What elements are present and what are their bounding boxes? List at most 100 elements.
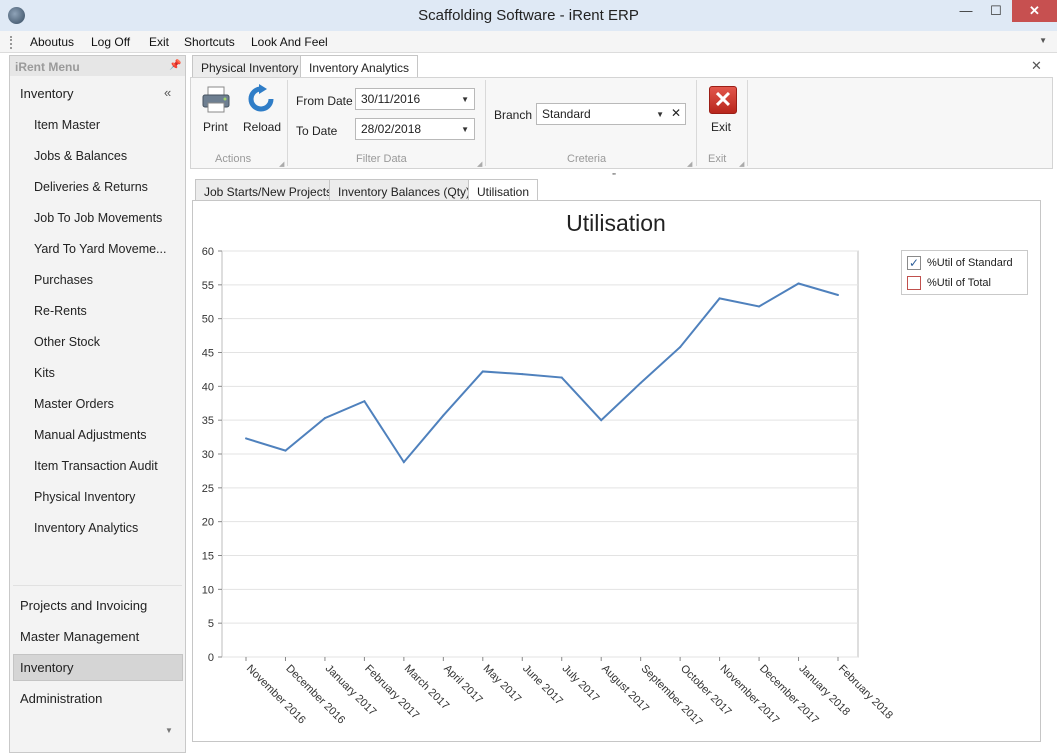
- x-tick-label: July 2017: [560, 663, 602, 705]
- exit-group-label: Exit: [708, 153, 727, 165]
- y-tick-label: 0: [208, 652, 214, 664]
- maximize-button[interactable]: ☐: [980, 0, 1012, 22]
- to-date-value: 28/02/2018: [361, 122, 422, 136]
- reload-button[interactable]: Reload: [243, 120, 281, 134]
- sidebar-item-kits[interactable]: Kits: [34, 366, 55, 380]
- menu-overflow-icon[interactable]: ▼: [1039, 36, 1047, 45]
- sidebar-item-purchases[interactable]: Purchases: [34, 273, 93, 287]
- sidebar-overflow-icon[interactable]: ▼: [165, 726, 173, 735]
- data-point: [481, 370, 484, 373]
- exit-expand-icon[interactable]: ◢: [739, 160, 744, 168]
- window-title: Scaffolding Software - iRent ERP: [418, 7, 639, 24]
- close-tab-icon[interactable]: ✕: [1031, 58, 1042, 74]
- sidebar-divider: [13, 585, 182, 586]
- menu-log-off[interactable]: Log Off: [91, 35, 130, 49]
- from-date-field[interactable]: 30/11/2016 ▼: [355, 88, 475, 110]
- data-point: [837, 293, 839, 296]
- tab-job-starts[interactable]: Job Starts/New Projects: [195, 179, 342, 201]
- sidebar-item-manual-adjustments[interactable]: Manual Adjustments: [34, 428, 147, 442]
- sidebar-item-deliveries-returns[interactable]: Deliveries & Returns: [34, 180, 148, 194]
- data-point: [363, 400, 366, 403]
- actions-expand-icon[interactable]: ◢: [279, 160, 284, 168]
- menu-grip-icon[interactable]: [10, 36, 13, 49]
- y-tick-label: 40: [202, 381, 214, 393]
- sidebar-group-inventory[interactable]: Inventory: [20, 86, 73, 101]
- y-tick-label: 55: [202, 280, 214, 292]
- y-tick-label: 25: [202, 483, 214, 495]
- to-date-label: To Date: [296, 124, 338, 138]
- filter-expand-icon[interactable]: ◢: [477, 160, 482, 168]
- actions-group-label: Actions: [215, 153, 252, 165]
- chevron-down-icon[interactable]: ▼: [461, 95, 469, 104]
- data-point: [521, 373, 524, 376]
- menu-look-and-feel[interactable]: Look And Feel: [251, 35, 328, 49]
- sidebar-item-inventory-analytics[interactable]: Inventory Analytics: [34, 521, 138, 535]
- checkbox-unchecked-icon[interactable]: [907, 276, 921, 290]
- checkbox-checked-icon[interactable]: ✓: [907, 256, 921, 270]
- data-point: [679, 346, 682, 349]
- sidebar-item-job-to-job[interactable]: Job To Job Movements: [34, 211, 162, 225]
- to-date-field[interactable]: 28/02/2018 ▼: [355, 118, 475, 140]
- sidebar-group-master-management[interactable]: Master Management: [20, 629, 139, 644]
- print-icon[interactable]: [201, 86, 231, 114]
- ribbon: Print Reload Actions ◢ From Date 30/11/2…: [190, 77, 1053, 169]
- chevron-down-icon[interactable]: ▼: [461, 125, 469, 134]
- y-tick-label: 15: [202, 551, 214, 563]
- data-point: [323, 417, 326, 420]
- sidebar-item-other-stock[interactable]: Other Stock: [34, 335, 100, 349]
- x-tick-label: June 2017: [520, 663, 565, 708]
- ribbon-separator: [747, 80, 748, 166]
- ribbon-separator: [287, 80, 288, 166]
- clear-icon[interactable]: ✕: [671, 106, 681, 120]
- sidebar-item-item-master[interactable]: Item Master: [34, 118, 100, 132]
- criteria-group-label: Creteria: [567, 153, 607, 165]
- splitter-handle[interactable]: '''''': [612, 172, 616, 181]
- ribbon-separator: [485, 80, 486, 166]
- minimize-button[interactable]: —: [950, 0, 982, 22]
- x-tick-label: May 2017: [481, 663, 524, 706]
- y-tick-label: 20: [202, 517, 214, 529]
- y-tick-label: 30: [202, 449, 214, 461]
- sidebar-header: iRent Menu 📌: [10, 56, 185, 76]
- branch-value: Standard: [542, 107, 591, 121]
- sidebar-item-item-transaction-audit[interactable]: Item Transaction Audit: [34, 459, 158, 473]
- data-point: [284, 449, 287, 452]
- data-point: [639, 381, 642, 384]
- tab-inventory-analytics[interactable]: Inventory Analytics: [300, 55, 419, 78]
- menu-exit[interactable]: Exit: [149, 35, 169, 49]
- from-date-label: From Date: [296, 94, 353, 108]
- sidebar-item-physical-inventory[interactable]: Physical Inventory: [34, 490, 135, 504]
- y-tick-label: 45: [202, 348, 214, 360]
- sidebar-item-jobs-balances[interactable]: Jobs & Balances: [34, 149, 127, 163]
- branch-select[interactable]: Standard ▼ ✕: [536, 103, 686, 125]
- criteria-expand-icon[interactable]: ◢: [687, 160, 692, 168]
- sidebar-item-yard-to-yard[interactable]: Yard To Yard Moveme...: [34, 242, 166, 256]
- sidebar-group-projects-invoicing[interactable]: Projects and Invoicing: [20, 598, 147, 613]
- data-point: [797, 282, 800, 285]
- tab-physical-inventory[interactable]: Physical Inventory: [192, 55, 308, 77]
- pin-icon[interactable]: 📌: [169, 60, 181, 71]
- ribbon-separator: [696, 80, 697, 166]
- menu-aboutus[interactable]: Aboutus: [30, 35, 74, 49]
- y-tick-label: 50: [202, 314, 214, 326]
- data-point: [402, 461, 405, 464]
- data-point: [600, 419, 603, 422]
- reload-icon[interactable]: [247, 84, 275, 114]
- tab-utilisation[interactable]: Utilisation: [468, 179, 539, 202]
- sidebar-item-re-rents[interactable]: Re-Rents: [34, 304, 87, 318]
- tab-inventory-balances[interactable]: Inventory Balances (Qty): [329, 179, 480, 201]
- data-point: [758, 305, 761, 308]
- sidebar-item-master-orders[interactable]: Master Orders: [34, 397, 114, 411]
- close-window-button[interactable]: ✕: [1012, 0, 1057, 22]
- chevron-down-icon[interactable]: ▼: [656, 110, 664, 119]
- menu-shortcuts[interactable]: Shortcuts: [184, 35, 235, 49]
- exit-icon[interactable]: ✕: [709, 86, 737, 114]
- collapse-icon[interactable]: «: [164, 85, 171, 100]
- sidebar: iRent Menu 📌 Inventory « Item Master Job…: [9, 55, 186, 753]
- sidebar-group-inventory-bottom[interactable]: Inventory: [20, 660, 73, 675]
- print-button[interactable]: Print: [203, 120, 228, 134]
- from-date-value: 30/11/2016: [361, 92, 421, 106]
- exit-button[interactable]: Exit: [711, 120, 731, 134]
- data-point: [245, 437, 247, 440]
- sidebar-group-administration[interactable]: Administration: [20, 691, 102, 706]
